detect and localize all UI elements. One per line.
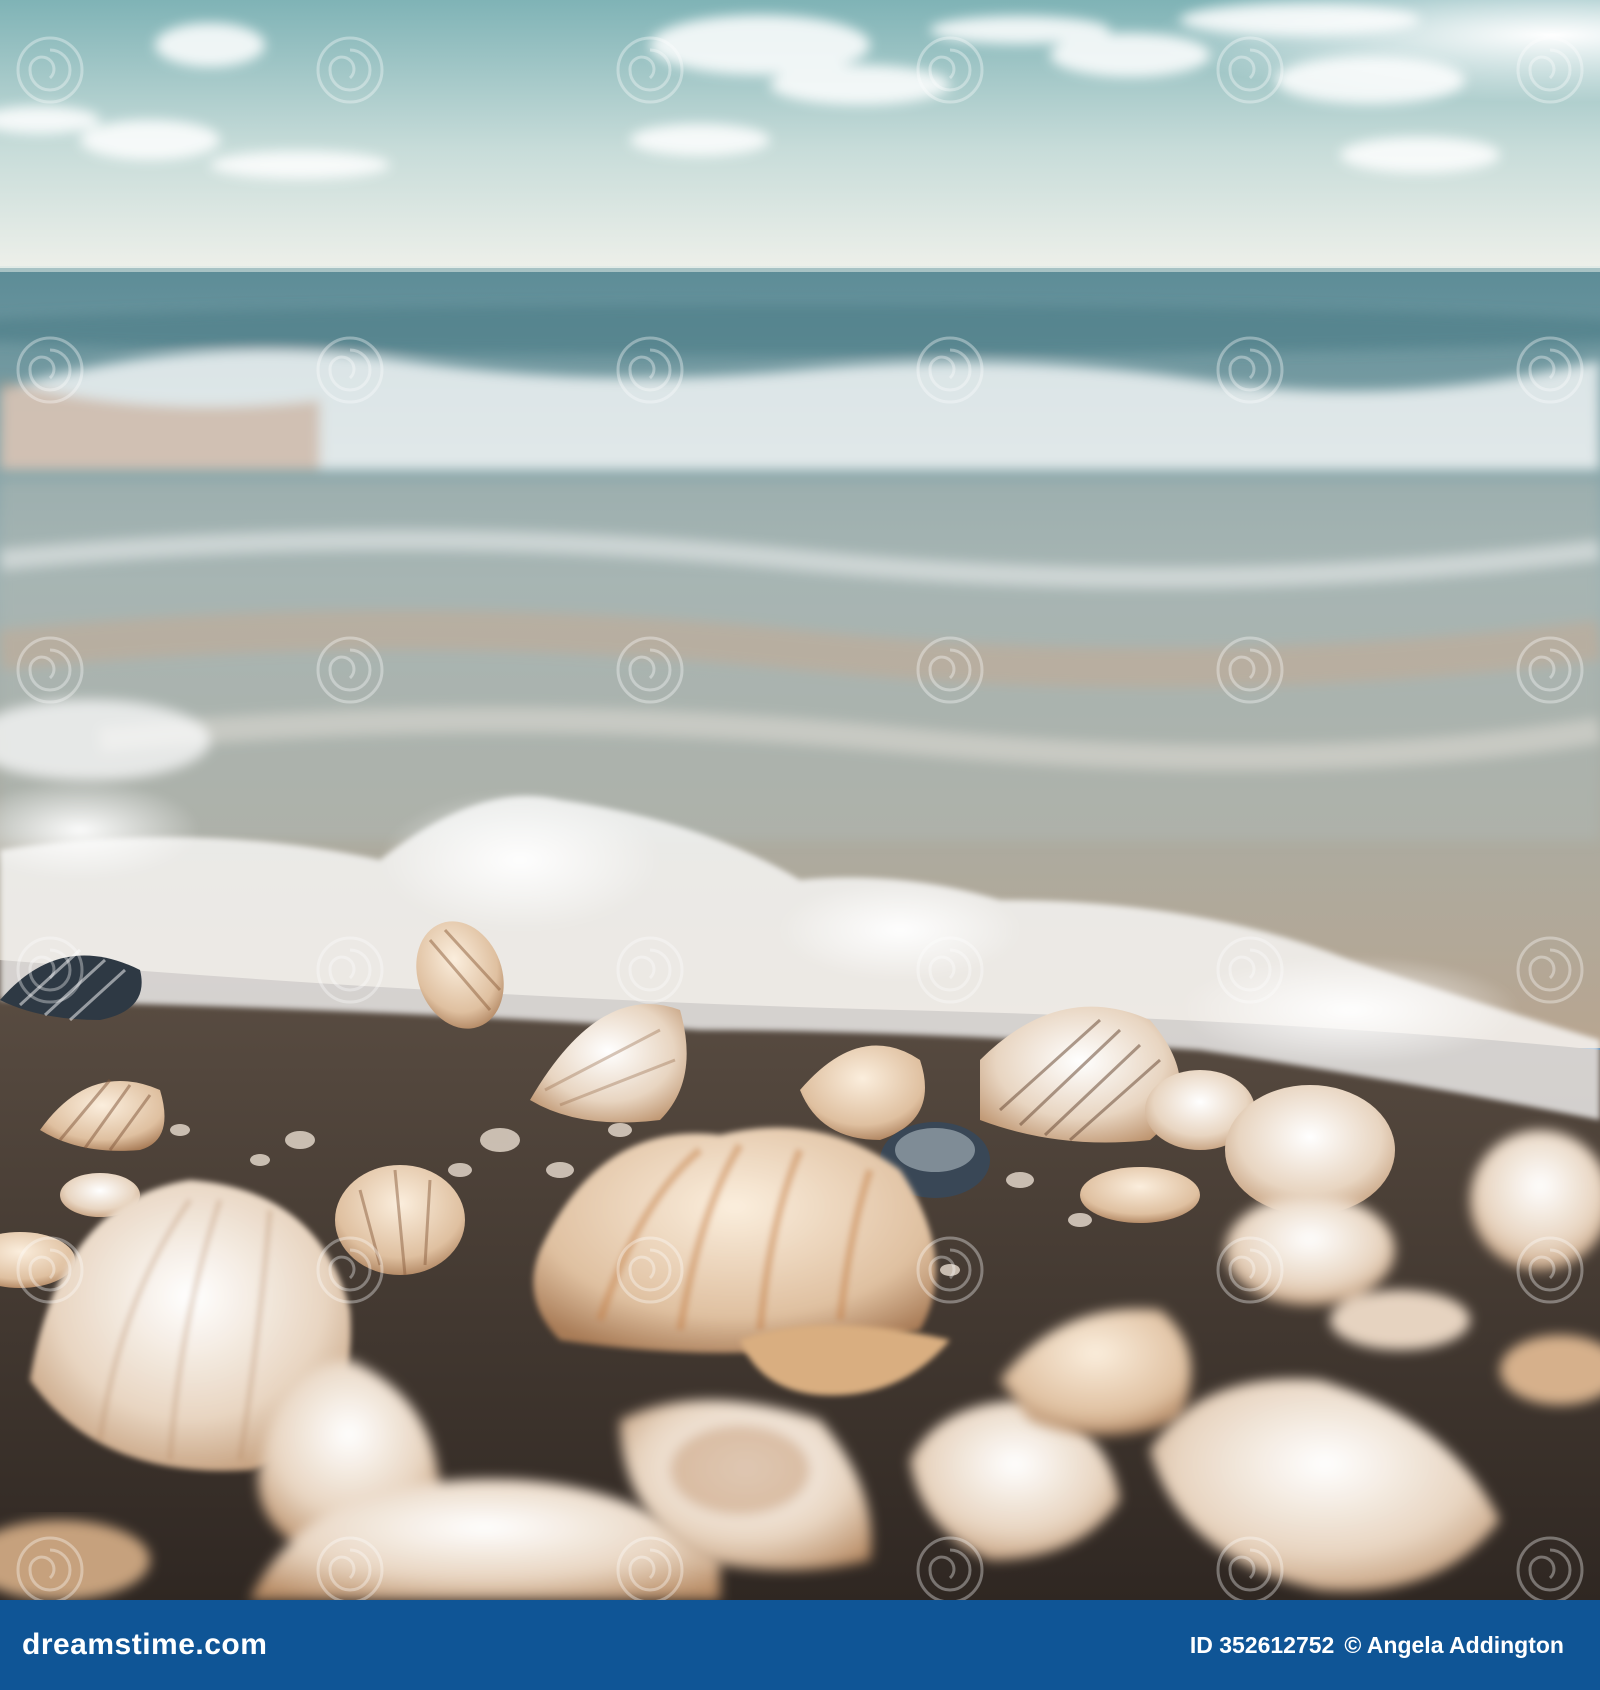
beach-photo: [0, 0, 1600, 1600]
image-credit: ID 352612752 © Angela Addington: [1190, 1632, 1574, 1659]
brand-name[interactable]: dreamstime.com: [22, 1628, 267, 1662]
stock-footer-bar: dreamstime.com ID 352612752 © Angela Addi…: [0, 1600, 1600, 1690]
seashells-beach-scene: [0, 0, 1600, 1600]
shallow-water: [0, 480, 1600, 840]
image-id: ID 352612752: [1189, 1632, 1335, 1658]
author-credit: © Angela Addington: [1344, 1632, 1564, 1658]
shell: [1080, 1167, 1200, 1223]
shell: [335, 1165, 465, 1276]
